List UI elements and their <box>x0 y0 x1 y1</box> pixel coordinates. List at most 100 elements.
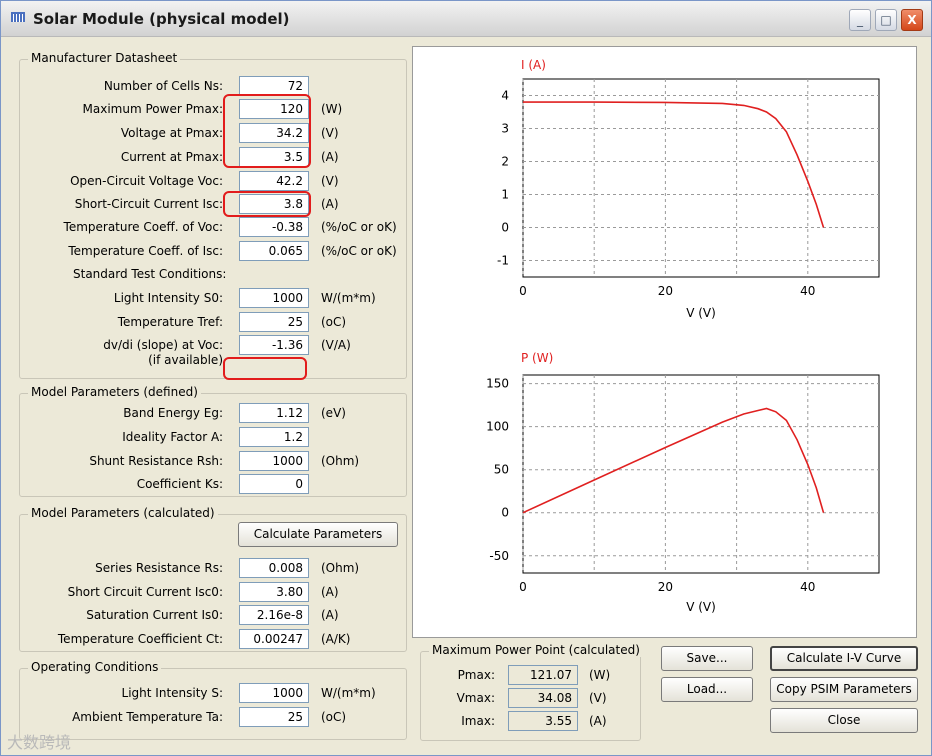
ct-label: Temperature Coefficient Ct: <box>57 632 223 646</box>
rsh-unit: (Ohm) <box>321 454 360 468</box>
is0-field[interactable]: 2.16e-8 <box>239 605 309 625</box>
voc-field[interactable]: 42.2 <box>239 171 309 191</box>
light-intensity-field[interactable]: 1000 <box>239 683 309 703</box>
model-calculated-group-title: Model Parameters (calculated) <box>28 506 218 520</box>
voc-label: Open-Circuit Voltage Voc: <box>70 174 223 188</box>
rs-label: Series Resistance Rs: <box>95 561 223 575</box>
mpp-group-title: Maximum Power Point (calculated) <box>429 643 643 657</box>
ideality-label: Ideality Factor A: <box>122 430 223 444</box>
isc0-label: Short Circuit Current Isc0: <box>67 585 223 599</box>
mpp-imax-label: Imax: <box>461 714 495 728</box>
iv-y-tick-label: -1 <box>497 254 509 268</box>
load-button[interactable]: Load... <box>661 677 753 702</box>
vmp-unit: (V) <box>321 126 339 140</box>
iv-y-tick-label: 0 <box>501 221 509 235</box>
kvoc-label: Temperature Coeff. of Voc: <box>63 220 223 234</box>
rs-field[interactable]: 0.008 <box>239 558 309 578</box>
mpp-imax-field: 3.55 <box>508 711 578 731</box>
model-defined-group-title: Model Parameters (defined) <box>28 385 201 399</box>
iv-y-tick-label: 2 <box>501 155 509 169</box>
plot-panel: I (A) 0 20 40 -1 0 1 2 3 4 V (V) P (W) 0 20 40 -50 0… <box>412 46 917 638</box>
pv-x-tick-label: 20 <box>658 580 673 594</box>
iv-x-tick-label: 40 <box>800 284 815 298</box>
tref-field[interactable]: 25 <box>239 312 309 332</box>
iv-y-tick-label: 1 <box>501 188 509 202</box>
imp-unit: (A) <box>321 150 339 164</box>
maximize-button[interactable]: □ <box>875 9 897 31</box>
rs-unit: (Ohm) <box>321 561 360 575</box>
pv-y-tick-label: 50 <box>494 463 509 477</box>
vmp-label: Voltage at Pmax: <box>120 126 223 140</box>
highlight-empty-box <box>223 357 307 380</box>
kisc-field[interactable]: 0.065 <box>239 241 309 261</box>
mpp-vmax-unit: (V) <box>589 691 607 705</box>
dvdi-label: dv/di (slope) at Voc: <box>103 338 223 352</box>
imp-label: Current at Pmax: <box>120 150 223 164</box>
iv-chart: I (A) 0 20 40 -1 0 1 2 3 4 V (V) <box>497 58 880 320</box>
rsh-field[interactable]: 1000 <box>239 451 309 471</box>
cells-ns-label: Number of Cells Ns: <box>103 79 223 93</box>
cells-ns-field[interactable]: 72 <box>239 76 309 96</box>
kvoc-field[interactable]: -0.38 <box>239 217 309 237</box>
save-button[interactable]: Save... <box>661 646 753 671</box>
copy-psim-parameters-button[interactable]: Copy PSIM Parameters <box>770 677 918 702</box>
pmax-label: Maximum Power Pmax: <box>82 102 223 116</box>
dvdi-field[interactable]: -1.36 <box>239 335 309 355</box>
eg-unit: (eV) <box>321 406 346 420</box>
s0-unit: W/(m*m) <box>321 291 376 305</box>
pv-x-axis-label: V (V) <box>686 600 716 614</box>
kisc-label: Temperature Coeff. of Isc: <box>68 244 223 258</box>
pv-y-tick-label: 100 <box>486 420 509 434</box>
iv-y-axis-label: I (A) <box>521 58 546 72</box>
minimize-button[interactable]: _ <box>849 9 871 31</box>
ideality-field[interactable]: 1.2 <box>239 427 309 447</box>
ambient-temp-field[interactable]: 25 <box>239 707 309 727</box>
pv-y-tick-label: 150 <box>486 377 509 391</box>
ct-unit: (A/K) <box>321 632 351 646</box>
pv-y-tick-label: 0 <box>501 506 509 520</box>
eg-field[interactable]: 1.12 <box>239 403 309 423</box>
ks-label: Coefficient Ks: <box>136 477 223 491</box>
s0-field[interactable]: 1000 <box>239 288 309 308</box>
window-title: Solar Module (physical model) <box>33 10 290 28</box>
ambient-temp-unit: (oC) <box>321 710 347 724</box>
operating-group-title: Operating Conditions <box>28 660 162 674</box>
iv-y-tick-label: 3 <box>501 122 509 136</box>
light-intensity-label: Light Intensity S: <box>121 686 223 700</box>
ks-field[interactable]: 0 <box>239 474 309 494</box>
calculate-parameters-button[interactable]: Calculate Parameters <box>238 522 398 547</box>
pv-y-tick-label: -50 <box>489 549 509 563</box>
mpp-vmax-label: Vmax: <box>456 691 495 705</box>
isc-unit: (A) <box>321 197 339 211</box>
pv-chart: P (W) 0 20 40 -50 0 50 100 150 V (V) <box>486 351 880 614</box>
app-icon <box>11 12 25 22</box>
rsh-label: Shunt Resistance Rsh: <box>89 454 223 468</box>
iv-y-tick-label: 4 <box>501 89 509 103</box>
mpp-vmax-field: 34.08 <box>508 688 578 708</box>
mpp-pmax-field: 121.07 <box>508 665 578 685</box>
mpp-pmax-unit: (W) <box>589 668 611 682</box>
close-window-button[interactable]: X <box>901 9 923 31</box>
mpp-imax-unit: (A) <box>589 714 607 728</box>
isc0-field[interactable]: 3.80 <box>239 582 309 602</box>
operating-group: Operating Conditions <box>19 660 407 740</box>
ambient-temp-label: Ambient Temperature Ta: <box>72 710 223 724</box>
plots-svg: I (A) 0 20 40 -1 0 1 2 3 4 V (V) P (W) 0 20 40 -50 0… <box>486 58 880 614</box>
kvoc-unit: (%/oC or oK) <box>321 220 397 234</box>
tref-unit: (oC) <box>321 315 347 329</box>
highlight-isc-box <box>223 191 311 217</box>
tref-label: Temperature Tref: <box>117 315 223 329</box>
is0-unit: (A) <box>321 608 339 622</box>
calculate-iv-curve-button[interactable]: Calculate I-V Curve <box>770 646 918 671</box>
title-bar[interactable]: Solar Module (physical model) _ □ X <box>1 1 931 37</box>
isc-label: Short-Circuit Current Isc: <box>74 197 223 211</box>
light-intensity-unit: W/(m*m) <box>321 686 376 700</box>
pv-x-tick-label: 0 <box>519 580 527 594</box>
watermark: 大数跨境 <box>7 733 72 752</box>
pv-x-tick-label: 40 <box>800 580 815 594</box>
iv-plot-area <box>522 78 880 278</box>
close-button[interactable]: Close <box>770 708 918 733</box>
if-available-note: (if available) <box>148 353 223 367</box>
pv-plot-area <box>522 374 880 574</box>
ct-field[interactable]: 0.00247 <box>239 629 309 649</box>
